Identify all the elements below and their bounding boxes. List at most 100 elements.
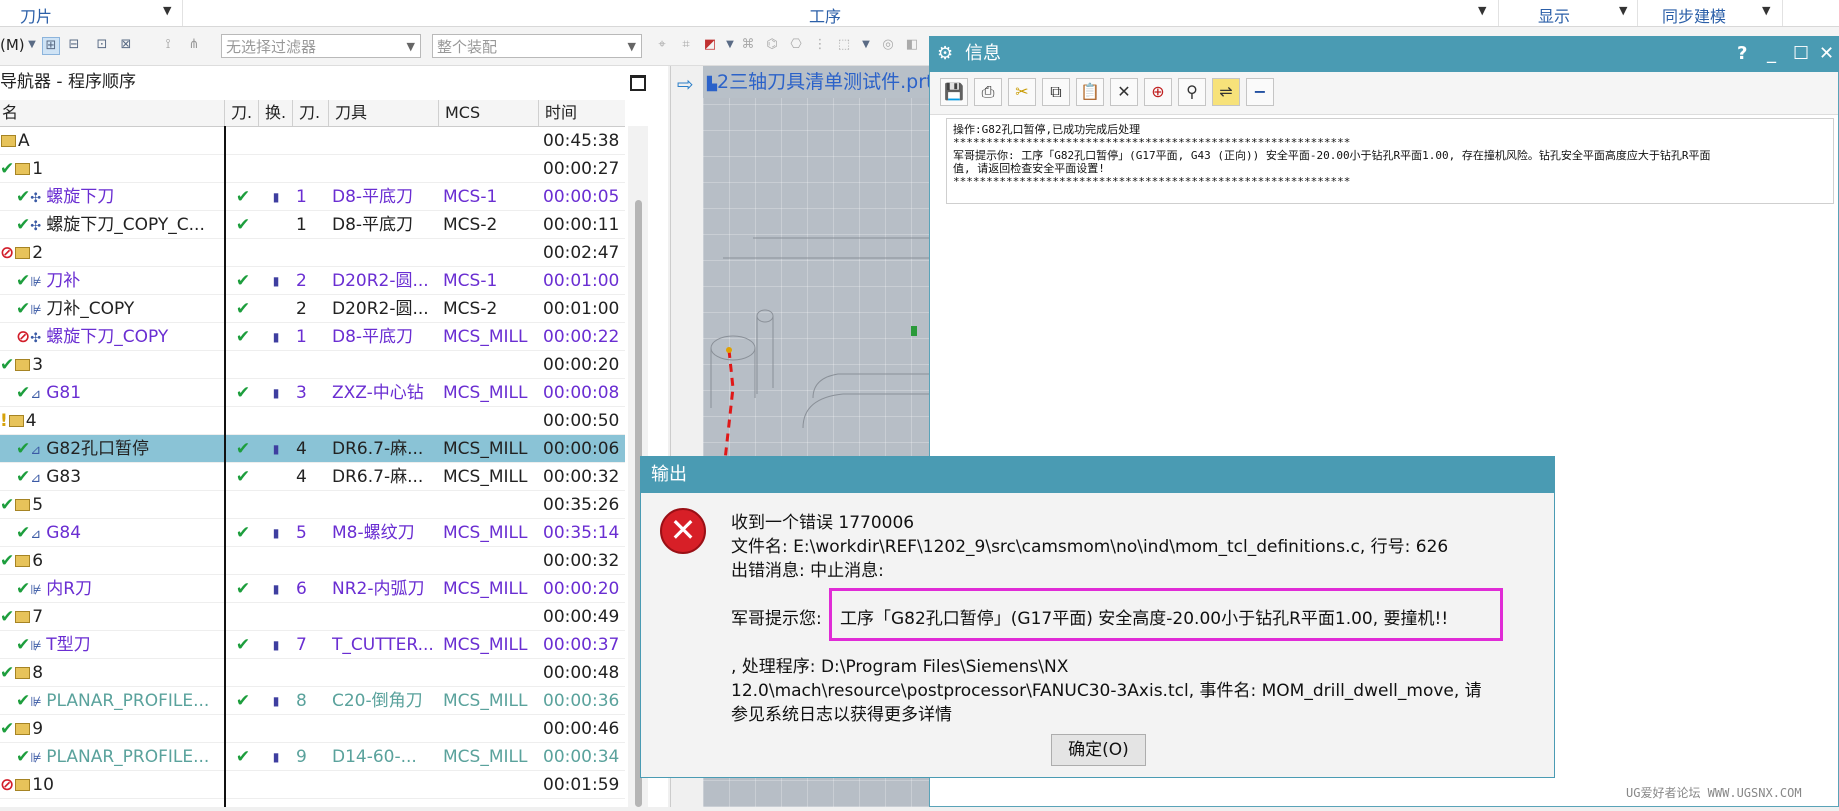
toolbar-menu-label[interactable]: (M) [0, 36, 25, 54]
table-row[interactable]: ✔⊯ T型刀 ✔ ▮ 7 T_CUTTER... MCS_MILL 00:00:37 [0, 631, 625, 659]
navigator-header: 名 刀. 换. 刀. 刀具 MCS 时间 [0, 100, 625, 127]
shade-icon[interactable]: ◧ [904, 37, 920, 53]
help-icon[interactable]: ? [1737, 36, 1747, 72]
print-icon[interactable]: ⎙ [974, 78, 1002, 106]
chevron-down-icon[interactable]: ▼ [722, 37, 738, 53]
time-value: 00:00:06 [543, 439, 620, 459]
chevron-down-icon[interactable]: ▼ [1619, 4, 1627, 17]
status-icon: ✔ [0, 719, 15, 739]
search-icon[interactable]: ⚲ [1178, 78, 1206, 106]
tool-number: 8 [296, 691, 307, 711]
table-row[interactable]: ✔ 7 00:00:49 [0, 603, 625, 631]
save-icon[interactable]: 💾 [940, 78, 968, 106]
table-row[interactable]: ✔ 9 00:00:46 [0, 715, 625, 743]
column-header-mcs[interactable]: MCS [438, 100, 538, 126]
box-select-icon[interactable]: ⬚ [836, 37, 852, 53]
snap-center-icon[interactable]: ⌘ [740, 37, 756, 53]
table-row[interactable]: ✔⊯ 内R刀 ✔ ▮ 6 NR2-内弧刀 MCS_MILL 00:00:20 [0, 575, 625, 603]
column-header-name[interactable]: 名 [0, 100, 224, 126]
table-row[interactable]: ✔ 5 00:35:26 [0, 491, 625, 519]
paste-icon[interactable]: 📋 [1076, 78, 1104, 106]
toolchange-icon: ▮ [272, 190, 280, 204]
table-row[interactable]: ✔⊿ G83 ✔ 4 DR6.7-麻... MCS_MILL 00:00:32 [0, 463, 625, 491]
snap-grid-icon[interactable]: ⋮ [812, 37, 828, 53]
toolchange-icon [262, 351, 290, 379]
table-row[interactable]: ✔ 6 00:00:32 [0, 547, 625, 575]
view-icon[interactable]: ◎ [880, 37, 896, 53]
error-icon: ✕ [660, 508, 706, 554]
mcs-name: MCS_MILL [443, 383, 528, 403]
snap-point-icon[interactable]: ⌖ [654, 37, 670, 53]
close-icon[interactable]: ✕ [1819, 36, 1834, 72]
chevron-down-icon[interactable]: ▼ [1478, 4, 1486, 17]
table-row[interactable]: ✔✣ 螺旋下刀_COPY_C... ✔ 1 D8-平底刀 MCS-2 00:00:11 [0, 211, 625, 239]
info-window-title: 信息 [965, 43, 1001, 64]
column-header-tool[interactable]: 刀具 [328, 100, 438, 126]
table-row[interactable]: ⊘ 2 00:02:47 [0, 239, 625, 267]
part-tab[interactable]: ▙2三轴刀具清单测试件.prt [703, 66, 929, 98]
table-row[interactable]: ✔⊯ 刀补_COPY ✔ 2 D20R2-圆... MCS-2 00:01:00 [0, 295, 625, 323]
column-header-time[interactable]: 时间 [538, 100, 625, 126]
table-row[interactable]: ⊘ 10 00:01:59 [0, 771, 625, 799]
cut-icon[interactable]: ✂ [1008, 78, 1036, 106]
table-row[interactable]: ✔⊯ 刀补 ✔ ▮ 2 D20R2-圆... MCS-1 00:01:00 [0, 267, 625, 295]
chevron-down-icon[interactable]: ▼ [858, 37, 874, 53]
chevron-down-icon[interactable]: ▼ [24, 37, 40, 53]
table-row[interactable]: ! 4 00:00:50 [0, 407, 625, 435]
maximize-icon[interactable] [630, 75, 646, 91]
word-wrap-icon[interactable]: ⇌ [1212, 78, 1240, 106]
select-face-icon[interactable]: ⊡ [94, 37, 110, 53]
snap-intersection-icon[interactable]: ⎔ [788, 37, 804, 53]
snap-icon[interactable]: ⟟ [160, 37, 176, 53]
table-row[interactable]: ✔ 8 00:00:48 [0, 659, 625, 687]
snap-quadrant-icon[interactable]: ⌬ [764, 37, 780, 53]
selection-filter-combo[interactable]: 无选择过滤器 ▼ [221, 34, 421, 58]
minimize-icon[interactable]: _ [1767, 36, 1776, 72]
table-row[interactable]: ✔⊿ G84 ✔ ▮ 5 M8-螺纹刀 MCS_MILL 00:35:14 [0, 519, 625, 547]
ribbon-blade-menu[interactable]: 刀片 [20, 3, 52, 27]
select-edge-icon[interactable]: ⊠ [118, 37, 134, 53]
mcs-name: MCS-1 [443, 187, 498, 207]
path-status [228, 715, 258, 743]
chevron-down-icon[interactable]: ▼ [1762, 4, 1770, 17]
ribbon-operation-group[interactable]: 工序 [809, 3, 841, 27]
select-body-icon[interactable]: ⊟ [66, 37, 82, 53]
snap-end-icon[interactable]: ⌗ [678, 37, 694, 53]
tool-number [294, 155, 330, 183]
operation-spiral-icon: ✣ [30, 331, 42, 346]
snap-mid-icon[interactable]: ◩ [702, 37, 718, 53]
table-row[interactable]: ✔ 1 00:00:27 [0, 155, 625, 183]
table-row[interactable]: ✔ 3 00:00:20 [0, 351, 625, 379]
copy-icon[interactable]: ⧉ [1042, 78, 1070, 106]
table-row[interactable]: ✔⊿ G81 ✔ ▮ 3 ZXZ-中心钻 MCS_MILL 00:00:08 [0, 379, 625, 407]
column-header-toolchange[interactable]: 换. [258, 100, 292, 126]
select-feature-icon[interactable]: ⊞ [42, 37, 60, 55]
info-text: 操作:G82孔口暂停,已成功完成后处理 ********************… [946, 118, 1834, 204]
ribbon-display-menu[interactable]: 显示 [1538, 3, 1570, 27]
find-icon[interactable]: ⊕ [1144, 78, 1172, 106]
chevron-down-icon[interactable]: ▼ [163, 4, 171, 17]
delete-icon[interactable]: ✕ [1110, 78, 1138, 106]
time-value: 00:00:50 [543, 411, 620, 431]
ok-button[interactable]: 确定(O) [1051, 734, 1146, 766]
mcs-name: MCS-2 [443, 299, 498, 319]
table-row[interactable]: ⊘✣ 螺旋下刀_COPY ✔ ▮ 1 D8-平底刀 MCS_MILL 00:00:22 [0, 323, 625, 351]
info-window-titlebar: ⚙ 信息 ? _ ☐ ✕ [929, 36, 1839, 72]
table-row[interactable]: ✔⊯ PLANAR_PROFILE... ✔ ▮ 9 D14-60-... MCS_MILL… [0, 743, 625, 771]
collapse-icon[interactable]: − [1246, 78, 1274, 106]
assembly-scope-combo[interactable]: 整个装配 ▼ [432, 34, 642, 58]
column-header-path[interactable]: 刀. [224, 100, 258, 126]
arrow-right-icon[interactable]: ⇨ [677, 72, 694, 96]
table-row[interactable]: ✔✣ 螺旋下刀 ✔ ▮ 1 D8-平底刀 MCS-1 00:00:05 [0, 183, 625, 211]
column-header-tool-number[interactable]: 刀. [292, 100, 328, 126]
chevron-down-icon: ▼ [627, 40, 636, 53]
ribbon-sync-modeling-menu[interactable]: 同步建模 [1662, 3, 1726, 27]
table-row[interactable]: A 00:45:38 [0, 127, 625, 155]
path-status: ✔ [235, 215, 251, 235]
table-row[interactable]: ✔⊿ G82孔口暂停 ✔ ▮ 4 DR6.7-麻... MCS_MILL 00:00:06 [0, 435, 625, 463]
time-value: 00:00:32 [543, 467, 620, 487]
curve-rule-icon[interactable]: ⋔ [186, 37, 202, 53]
path-status: ✔ [235, 327, 251, 347]
table-row[interactable]: ✔⊯ PLANAR_PROFILE... ✔ ▮ 8 C20-倒角刀 MCS_MILL 00:… [0, 687, 625, 715]
maximize-icon[interactable]: ☐ [1793, 36, 1809, 72]
